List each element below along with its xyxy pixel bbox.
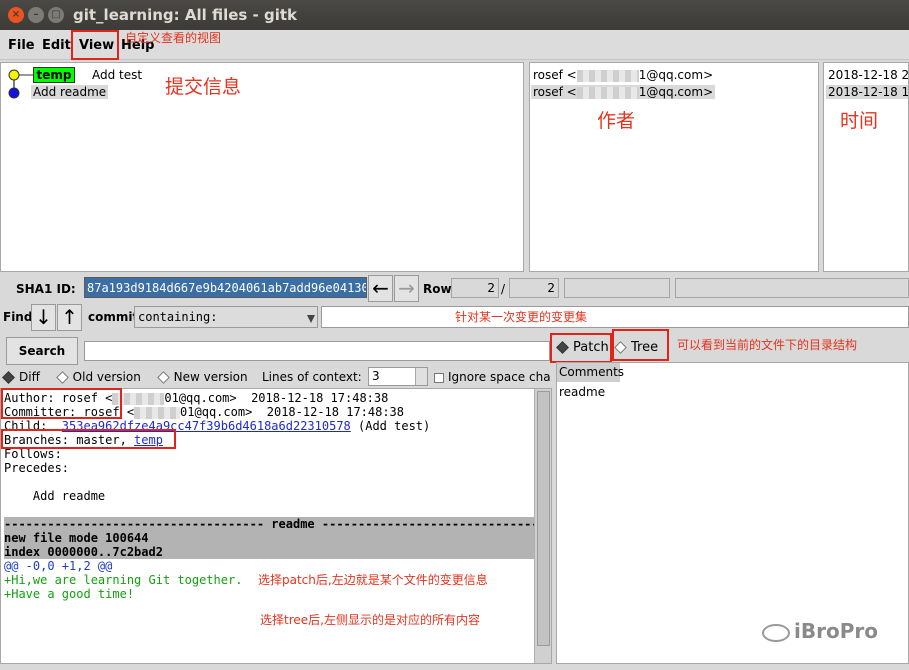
title-bar: × – □ git_learning: All files - gitk — [0, 0, 909, 30]
annotation-commit-info: 提交信息 — [165, 76, 242, 98]
ignore-space-label: Ignore space cha — [448, 370, 550, 384]
close-window-button[interactable]: × — [8, 7, 24, 23]
annotation-author: 作者 — [597, 110, 636, 132]
find-input[interactable] — [321, 306, 909, 328]
diff-radio[interactable]: Diff — [2, 370, 40, 384]
file-list-pane[interactable]: Comments readme iBroPro — [556, 362, 909, 664]
ignore-space-checkbox[interactable]: Ignore space cha — [434, 370, 550, 384]
search-button[interactable]: Search — [6, 337, 78, 365]
context-spinbox[interactable]: 3 — [368, 367, 428, 386]
diff-scrollbar[interactable] — [534, 389, 551, 663]
diff-label: Diff — [19, 370, 40, 384]
radio-diff-icon — [2, 371, 15, 384]
progress-bar — [675, 278, 909, 298]
author-email: 1@qq.com> — [638, 68, 714, 82]
menu-file[interactable]: File — [8, 38, 35, 53]
old-version-radio[interactable]: Old version — [55, 370, 141, 384]
find-label: Find — [3, 310, 33, 324]
context-value: 3 — [372, 369, 380, 383]
find-mode-value: containing: — [138, 310, 218, 324]
view-highlight-box — [71, 30, 119, 60]
author-row-2[interactable]: rosef < 1@qq.com> — [531, 85, 716, 99]
row-label: Row — [423, 282, 452, 296]
diff-body: ------------------------------------ rea… — [4, 517, 534, 601]
diff-file-header[interactable]: ------------------------------------ rea… — [4, 517, 534, 531]
date-row-1[interactable]: 2018-12-18 21 — [828, 68, 908, 82]
diff-index-line: index 0000000..7c2bad2 — [4, 545, 534, 559]
find-next-button[interactable]: ↓ — [31, 304, 56, 331]
branch-tag-temp[interactable]: temp — [33, 67, 75, 83]
author-name: rosef < — [533, 85, 577, 99]
minimize-window-button[interactable]: – — [28, 7, 44, 23]
context-label: Lines of context: — [262, 370, 362, 384]
chevron-down-icon — [307, 315, 315, 323]
annotation-tree-hint: 选择tree后,左侧显示的是对应的所有内容 — [260, 613, 480, 627]
find-prev-button[interactable]: ↑ — [57, 304, 82, 331]
commit-row-1-message[interactable]: Add test — [92, 68, 142, 82]
radio-old-icon — [55, 371, 69, 384]
row-separator: / — [501, 282, 506, 296]
annotation-patch-hint: 选择patch后,左边就是某个文件的变更信息 — [258, 573, 488, 587]
diff-mode-line: new file mode 100644 — [4, 531, 534, 545]
commit-row-2-message[interactable]: Add readme — [31, 85, 109, 99]
diff-added-line: +Have a good time! — [4, 587, 135, 601]
wechat-icon — [762, 623, 790, 642]
forward-button[interactable]: → — [394, 275, 419, 302]
watermark: iBroPro — [762, 619, 878, 643]
find-mode-select[interactable]: containing: — [134, 306, 318, 328]
annotation-tree: 可以看到当前的文件下的目录结构 — [677, 338, 858, 352]
new-version-label: New version — [173, 370, 248, 384]
follows-line: Follows: — [4, 447, 62, 461]
commit-node-readme[interactable] — [8, 87, 20, 99]
commit-list-pane[interactable]: temp Add test Add readme — [0, 62, 524, 272]
row-total: 2 — [509, 278, 559, 298]
commit-message: Add readme — [4, 489, 106, 503]
spin-arrows-icon[interactable] — [415, 368, 427, 385]
author-committer-highlight — [1, 388, 122, 419]
search-input[interactable] — [84, 341, 550, 361]
maximize-window-button[interactable]: □ — [48, 7, 64, 23]
new-version-radio[interactable]: New version — [156, 370, 248, 384]
redacted-email — [576, 86, 639, 99]
author-email: 1@qq.com> — [638, 85, 714, 99]
redacted-email — [576, 69, 639, 82]
row-current: 2 — [451, 278, 499, 298]
file-list-item[interactable]: readme — [559, 385, 605, 399]
diff-options: Diff Old version New version — [2, 370, 248, 384]
file-list-header: Comments — [557, 363, 624, 382]
back-button[interactable]: ← — [368, 275, 393, 302]
tree-highlight-box — [612, 329, 669, 361]
diff-scrollbar-thumb[interactable] — [537, 391, 550, 646]
author-pane[interactable]: rosef < 1@qq.com> rosef < 1@qq.com> — [529, 62, 819, 272]
commit-node-temp[interactable] — [8, 69, 20, 81]
menu-edit[interactable]: Edit — [42, 38, 71, 53]
patch-highlight-box — [550, 333, 612, 363]
window-title: git_learning: All files - gitk — [73, 6, 298, 24]
annotation-view: 自定义查看的视图 — [125, 31, 222, 45]
checkbox-icon — [434, 372, 444, 383]
author-row-1[interactable]: rosef < 1@qq.com> — [533, 68, 713, 82]
annotation-time: 时间 — [840, 110, 879, 132]
sha-input[interactable]: 87a193d9184d667e9b4204061ab7add96e04130f — [84, 277, 367, 298]
status-field — [564, 278, 670, 298]
radio-new-icon — [156, 371, 170, 384]
annotation-changeset: 针对某一次变更的变更集 — [455, 310, 588, 324]
date-row-2[interactable]: 2018-12-18 17 — [826, 85, 908, 99]
branches-highlight — [1, 429, 176, 449]
find-type-label: commit — [88, 310, 139, 324]
date-pane[interactable]: 2018-12-18 21 2018-12-18 17 — [823, 62, 909, 272]
old-version-label: Old version — [72, 370, 141, 384]
precedes-line: Precedes: — [4, 461, 70, 475]
author-name: rosef < — [533, 68, 577, 82]
sha-label: SHA1 ID: — [16, 282, 76, 296]
